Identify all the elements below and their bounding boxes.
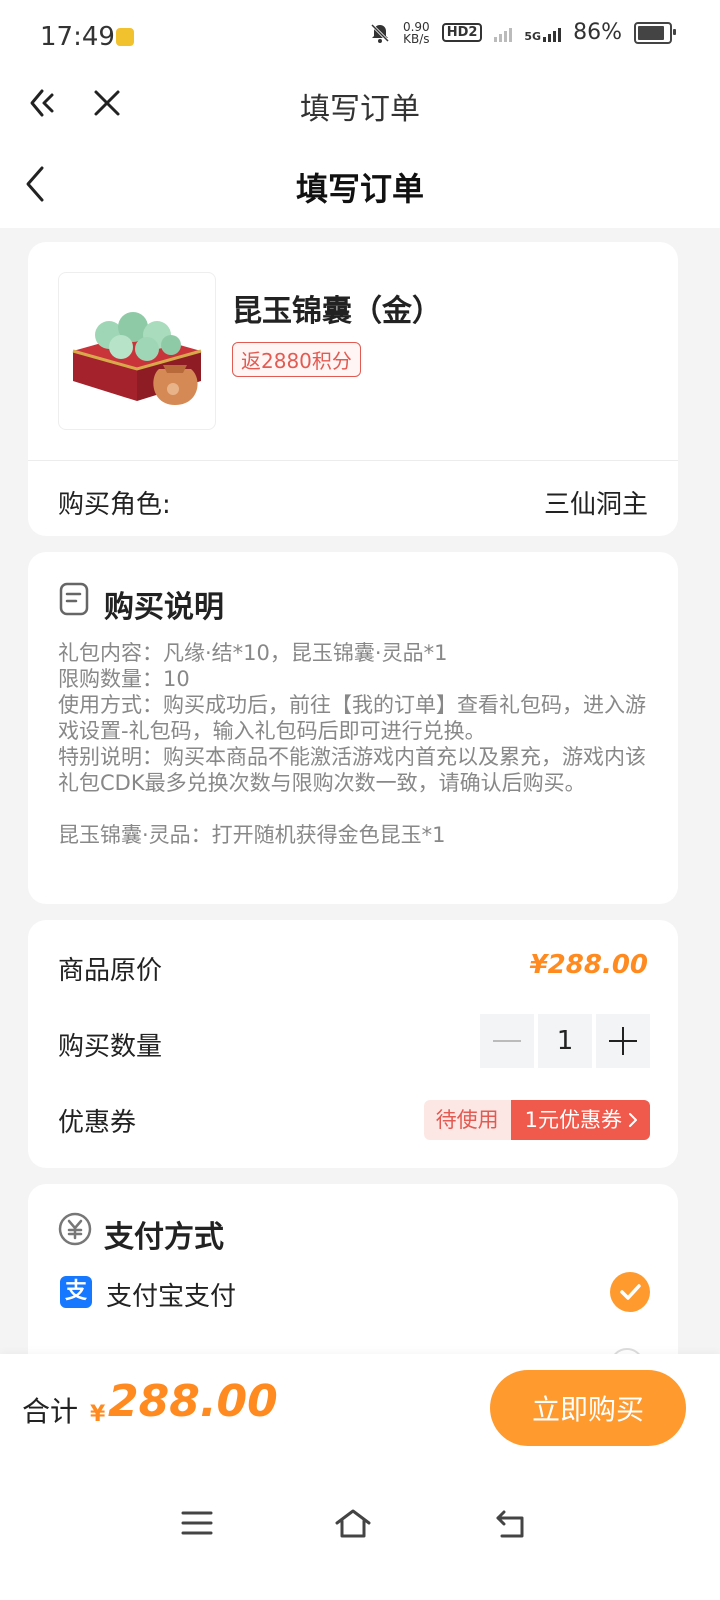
webview-nav-bar: 填写订单 <box>0 72 720 136</box>
battery-percent: 86% <box>573 20 622 45</box>
product-name: 昆玉锦囊（金） <box>232 294 442 329</box>
original-price-label: 商品原价 <box>58 956 163 986</box>
purchase-notes-card: 购买说明 礼包内容：凡缘·结*10，昆玉锦囊·灵品*1 限购数量：10 使用方式… <box>28 552 678 904</box>
notes-line: 礼包内容：凡缘·结*10，昆玉锦囊·灵品*1 <box>58 641 448 665</box>
quantity-value[interactable]: 1 <box>538 1014 592 1068</box>
purchase-notes-body: 礼包内容：凡缘·结*10，昆玉锦囊·灵品*1 限购数量：10 使用方式：购买成功… <box>58 640 650 848</box>
coupon-value: 1元优惠券 <box>510 1100 650 1140</box>
product-card: 昆玉锦囊（金） 返2880积分 购买角色: 三仙洞主 <box>28 242 678 536</box>
menu-icon[interactable] <box>180 1508 214 1542</box>
signal-5g-icon: 5G <box>524 24 562 42</box>
quantity-stepper: 1 <box>480 1014 650 1068</box>
page-header: 填写订单 <box>0 136 720 228</box>
status-time: 17:49 <box>40 22 115 52</box>
total-currency: ¥ <box>90 1402 106 1427</box>
battery-icon <box>634 21 676 44</box>
decrease-button[interactable] <box>480 1014 534 1068</box>
role-value[interactable]: 三仙洞主 <box>544 484 648 521</box>
points-badge: 返2880积分 <box>232 342 361 377</box>
alipay-icon: 支 <box>60 1276 92 1308</box>
alipay-option-label[interactable]: 支付宝支付 <box>106 1276 236 1313</box>
total-amount: 288.00 <box>108 1376 278 1427</box>
notes-line: 特别说明：购买本商品不能激活游戏内首充以及累充，游戏内该礼包CDK最多兑换次数与… <box>58 745 646 795</box>
webview-title: 填写订单 <box>300 92 420 127</box>
signal-sim1-icon <box>494 24 513 42</box>
order-page: 17:49 0.90 KB/s HD2 5G 86% 填写订单 填写订单 昆玉锦… <box>0 0 720 1600</box>
total-label: 合计 <box>22 1395 79 1428</box>
quantity-label: 购买数量 <box>58 1032 163 1062</box>
mute-bell-icon <box>370 23 390 43</box>
back-nav-icon[interactable] <box>494 1508 528 1544</box>
status-bar: 17:49 0.90 KB/s HD2 5G 86% <box>0 0 720 72</box>
product-image <box>58 272 216 430</box>
net-speed: 0.90 KB/s <box>402 19 430 46</box>
system-nav-bar <box>0 1466 720 1600</box>
notification-badge-icon <box>116 28 134 46</box>
original-price: ¥288.00 <box>529 950 648 980</box>
selected-check-icon[interactable] <box>610 1272 650 1312</box>
price-card: 商品原价 ¥288.00 购买数量 1 优惠券 待使用 1元优惠券 <box>28 920 678 1168</box>
yuan-icon <box>58 1212 92 1250</box>
buy-now-button[interactable]: 立即购买 <box>490 1370 686 1446</box>
coupon-label: 优惠券 <box>58 1108 137 1138</box>
increase-button[interactable] <box>596 1014 650 1068</box>
page-title: 填写订单 <box>295 170 424 208</box>
payment-card: 支付方式 支 支付宝支付 <box>28 1184 678 1354</box>
notes-line: 昆玉锦囊·灵品：打开随机获得金色昆玉*1 <box>58 823 446 847</box>
coupon-status: 待使用 <box>423 1100 511 1140</box>
notes-line: 使用方式：购买成功后，前往【我的订单】查看礼包码，进入游戏设置-礼包码，输入礼包… <box>58 693 646 743</box>
divider <box>28 460 678 461</box>
order-content[interactable]: 昆玉锦囊（金） 返2880积分 购买角色: 三仙洞主 购买说明 礼包内容：凡缘·… <box>0 228 720 1354</box>
payment-title: 支付方式 <box>104 1220 224 1255</box>
chevron-right-icon <box>629 1113 637 1127</box>
document-icon <box>58 582 90 620</box>
role-label: 购买角色: <box>58 490 171 520</box>
status-indicators: 0.90 KB/s HD2 5G 86% <box>369 19 676 46</box>
home-icon[interactable] <box>334 1508 372 1544</box>
checkout-bar: 合计 ¥ 288.00 立即购买 <box>0 1354 720 1466</box>
purchase-notes-title: 购买说明 <box>104 590 224 625</box>
notes-line: 限购数量：10 <box>58 667 190 691</box>
coupon-selector[interactable]: 待使用 1元优惠券 <box>423 1100 650 1140</box>
hd-voice-icon: HD2 <box>441 23 483 42</box>
